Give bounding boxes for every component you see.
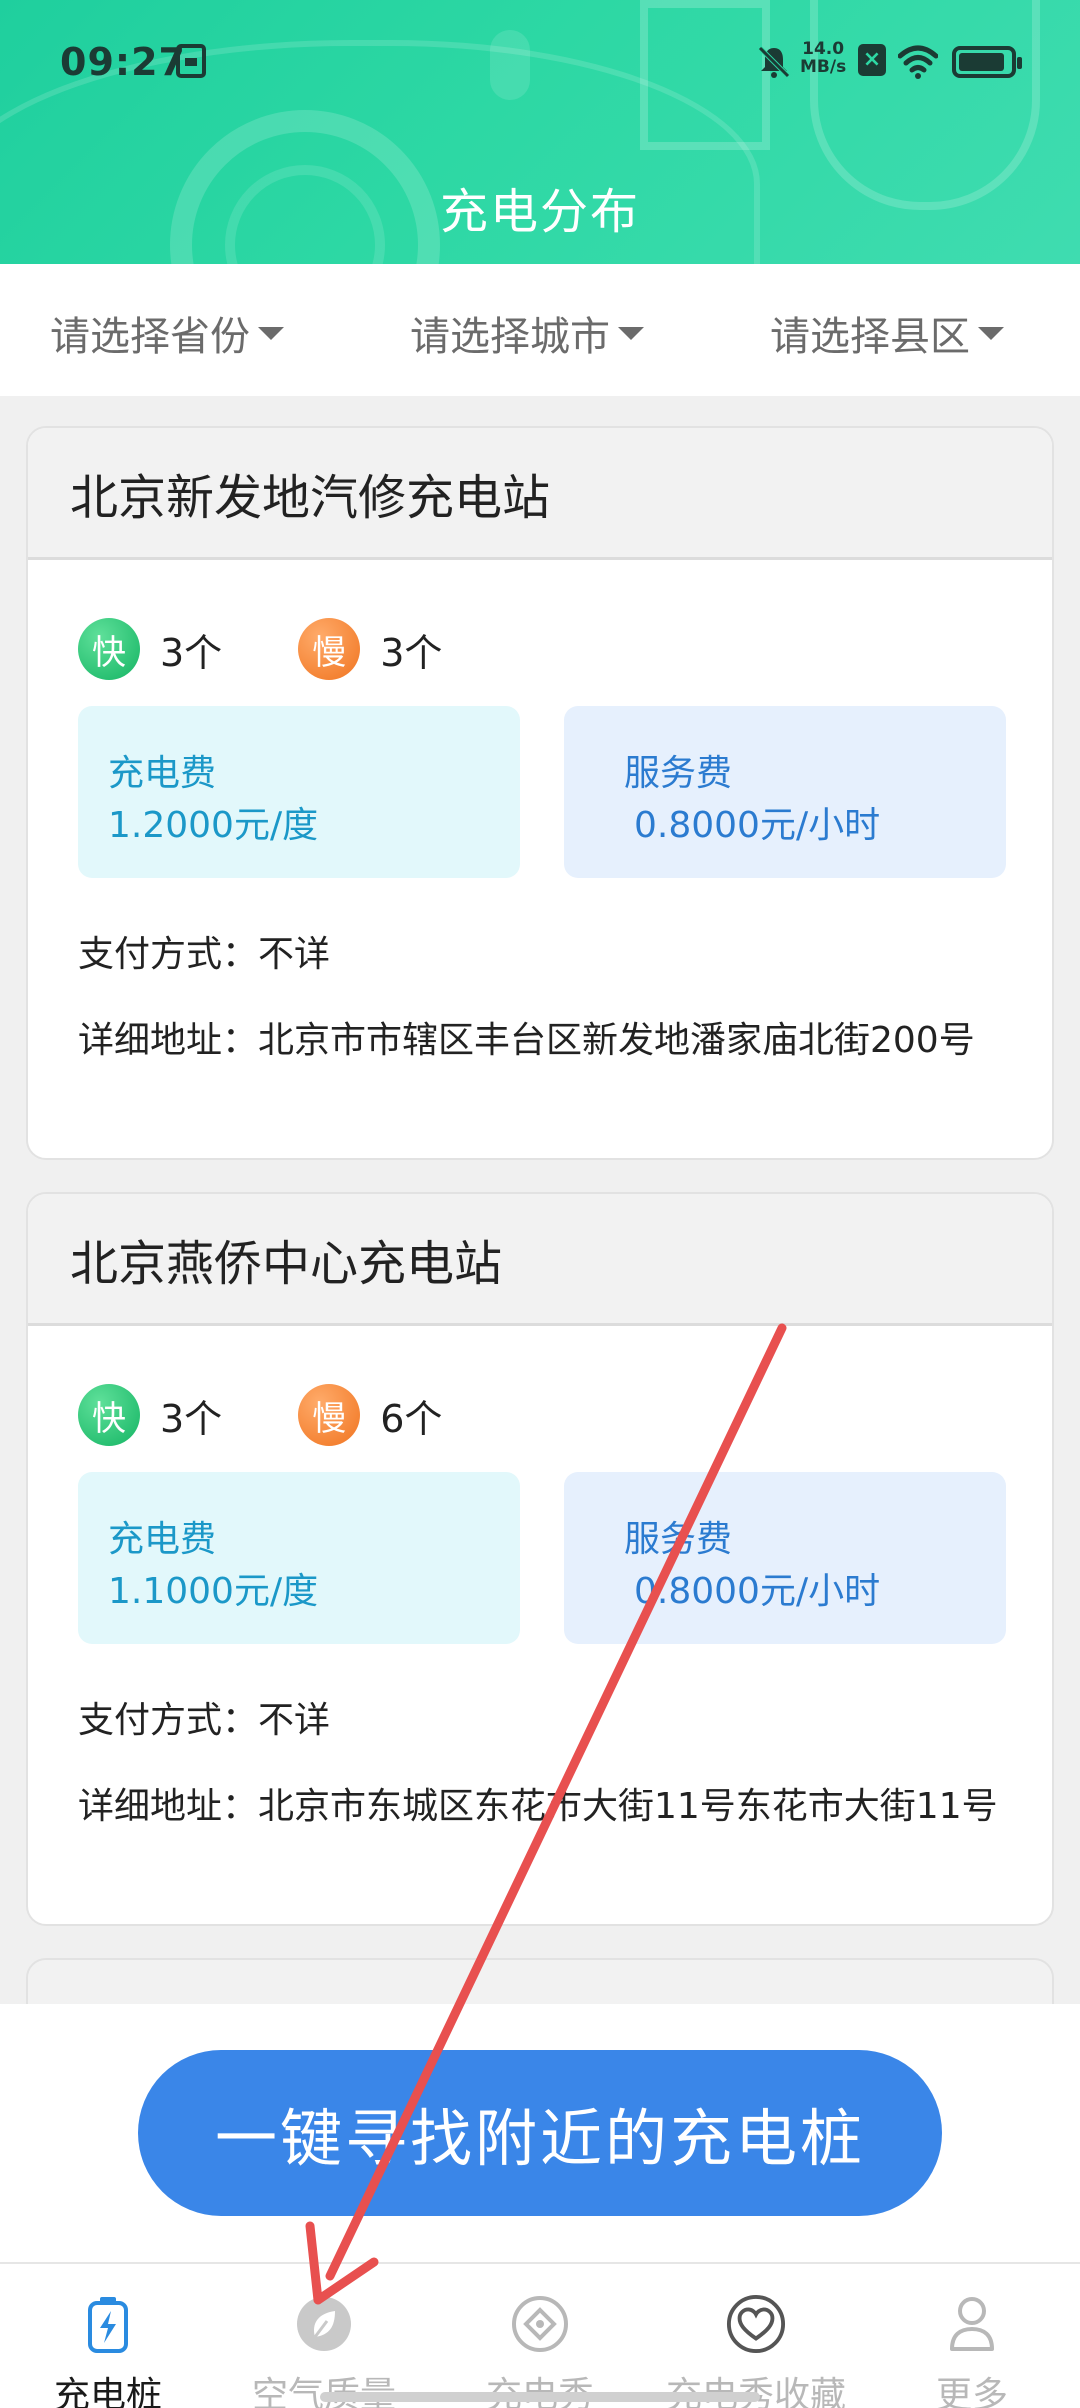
charge-fee-box: 充电费 1.2000元/度 (78, 706, 520, 878)
diamond-icon (510, 2294, 570, 2354)
nav-item-more[interactable]: 更多 (864, 2294, 1080, 2408)
sim-card-icon (176, 44, 206, 78)
battery-icon (952, 46, 1022, 78)
service-fee-box: 服务费 0.8000元/小时 (564, 1472, 1006, 1644)
nav-label-charging-pile: 充电桩 (53, 2375, 162, 2408)
network-speed-value: 14.0 (802, 39, 845, 59)
county-select-label: 请选择县区 (770, 314, 970, 360)
slow-charge-badge: 慢 (298, 1384, 361, 1446)
fast-charger-count: 3个 (160, 1396, 223, 1441)
bottom-nav: 充电桩 空气质量 充电秀 充电秀收藏 (0, 2262, 1080, 2408)
wifi-icon (897, 44, 939, 80)
nav-item-charging-pile[interactable]: 充电桩 (0, 2294, 216, 2408)
caret-down-icon (618, 326, 644, 340)
slow-charger-count: 3个 (380, 630, 443, 675)
charge-fee-box: 充电费 1.1000元/度 (78, 1472, 520, 1644)
charging-pile-icon (78, 2294, 138, 2354)
mute-bell-icon (756, 44, 792, 80)
network-speed-unit: MB/s (800, 57, 847, 77)
service-fee-box: 服务费 0.8000元/小时 (564, 706, 1006, 878)
station-address: 详细地址：北京市市辖区丰台区新发地潘家庙北街200号 (78, 1020, 975, 1061)
person-icon (942, 2294, 1002, 2354)
nav-item-favorites[interactable]: 充电秀收藏 (648, 2294, 864, 2408)
service-fee-value: 0.8000元/小时 (634, 805, 881, 846)
county-select[interactable]: 请选择县区 (770, 304, 1004, 362)
charge-fee-label: 充电费 (108, 753, 217, 794)
home-indicator (320, 2392, 760, 2402)
service-fee-value: 0.8000元/小时 (634, 1571, 881, 1612)
station-name: 北京新发地汽修充电站 (28, 428, 1052, 560)
status-bar: 09:27 14.0 MB/s × (0, 0, 1080, 130)
charge-fee-value: 1.2000元/度 (108, 805, 319, 846)
payment-method: 支付方式：不详 (78, 934, 331, 975)
heart-icon (726, 2294, 786, 2354)
nav-item-air-quality[interactable]: 空气质量 (216, 2294, 432, 2408)
province-select-label: 请选择省份 (50, 314, 250, 360)
service-fee-label: 服务费 (624, 753, 733, 794)
station-address: 详细地址：北京市东城区东花市大街11号东花市大街11号 (78, 1786, 998, 1827)
status-time: 09:27 (60, 40, 186, 84)
charge-fee-value: 1.1000元/度 (108, 1571, 319, 1612)
page-title: 充电分布 (439, 184, 640, 240)
city-select[interactable]: 请选择城市 (410, 304, 644, 362)
nav-item-charging-show[interactable]: 充电秀 (432, 2294, 648, 2408)
slow-charge-badge: 慢 (298, 618, 361, 680)
battery-fill (959, 53, 1004, 71)
station-name: 北京燕侨中心充电站 (28, 1194, 1052, 1326)
leaf-icon (294, 2294, 354, 2354)
region-filter-bar: 请选择省份 请选择城市 请选择县区 (0, 264, 1080, 396)
city-select-label: 请选择城市 (410, 314, 610, 360)
fast-charge-badge: 快 (78, 1384, 140, 1446)
station-card[interactable]: 北京燕侨中心充电站 快 3个 慢 6个 充电费 1.1000元/度 服务费 0.… (26, 1192, 1054, 1926)
no-sim-icon: × (858, 44, 886, 76)
caret-down-icon (978, 326, 1004, 340)
fast-charge-badge: 快 (78, 618, 140, 680)
charge-fee-label: 充电费 (108, 1519, 217, 1560)
charger-counts: 快 3个 慢 3个 (78, 618, 442, 680)
network-speed: 14.0 MB/s (800, 40, 846, 76)
province-select[interactable]: 请选择省份 (50, 304, 284, 362)
station-card[interactable]: 北京新发地汽修充电站 快 3个 慢 3个 充电费 1.2000元/度 服务费 0… (26, 426, 1054, 1160)
caret-down-icon (258, 326, 284, 340)
fast-charger-count: 3个 (160, 630, 223, 675)
payment-method: 支付方式：不详 (78, 1700, 331, 1741)
header: 09:27 14.0 MB/s × 充电分布 (0, 0, 1080, 264)
service-fee-label: 服务费 (624, 1519, 733, 1560)
find-nearby-chargers-button[interactable]: 一键寻找附近的充电桩 (138, 2050, 942, 2216)
slow-charger-count: 6个 (380, 1396, 443, 1441)
charger-counts: 快 3个 慢 6个 (78, 1384, 442, 1446)
nav-label-more: 更多 (935, 2375, 1008, 2408)
